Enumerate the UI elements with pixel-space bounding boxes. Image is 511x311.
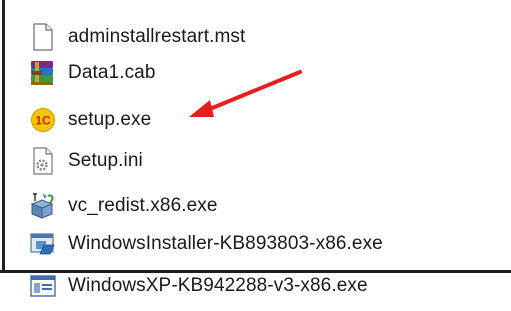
file-list-pane: adminstallrestart.mst Data1.cab 1C setup… [0, 0, 511, 311]
file-name: vc_redist.x86.exe [68, 195, 218, 216]
windows-installer-icon [28, 229, 58, 259]
svg-text:1C: 1C [35, 114, 51, 128]
file-name: WindowsInstaller-KB893803-x86.exe [68, 233, 383, 254]
file-name: Setup.ini [68, 150, 143, 171]
pane-left-border [2, 0, 5, 270]
file-name: WindowsXP-KB942288-v3-x86.exe [68, 275, 368, 296]
file-name: adminstallrestart.mst [68, 26, 246, 47]
file-item-adminstallrestart[interactable]: adminstallrestart.mst [28, 22, 245, 52]
blank-file-icon [28, 22, 58, 52]
file-item-windowsxp[interactable]: WindowsXP-KB942288-v3-x86.exe [28, 271, 368, 301]
1c-setup-icon: 1C [28, 105, 58, 135]
file-item-setup-ini[interactable]: Setup.ini [28, 146, 143, 176]
file-name: setup.exe [68, 109, 152, 130]
file-name: Data1.cab [68, 62, 156, 83]
file-item-vc-redist[interactable]: vc_redist.x86.exe [28, 191, 218, 221]
settings-file-icon [28, 146, 58, 176]
file-item-setup-exe[interactable]: 1C setup.exe [28, 105, 151, 135]
file-item-data1-cab[interactable]: Data1.cab [28, 58, 156, 88]
winrar-archive-icon [28, 58, 58, 88]
application-window-icon [28, 271, 58, 301]
installer-package-icon [28, 191, 58, 221]
file-item-windowsinstaller[interactable]: WindowsInstaller-KB893803-x86.exe [28, 229, 383, 259]
